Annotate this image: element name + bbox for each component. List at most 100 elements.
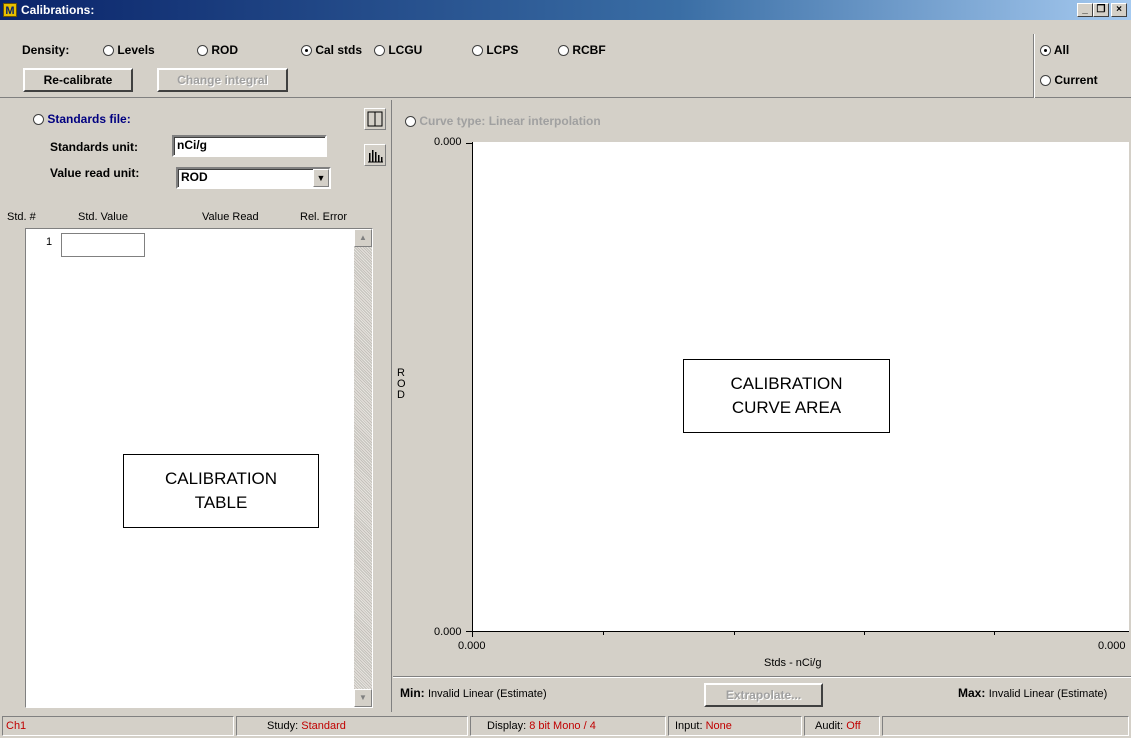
max-label: Max: <box>958 686 986 700</box>
restore-icon: ❐ <box>1096 4 1106 15</box>
vertical-scrollbar[interactable]: ▲ ▼ <box>354 229 372 707</box>
std-value-cell-input[interactable] <box>61 233 145 257</box>
col-header-std-num: Std. # <box>7 211 36 223</box>
status-input: Input: None <box>668 716 802 736</box>
window-title: Calibrations: <box>21 3 95 17</box>
scroll-up-arrow-icon[interactable]: ▲ <box>354 229 372 247</box>
change-integral-button[interactable]: Change integral <box>157 68 288 92</box>
maximize-button[interactable]: ❐ <box>1093 3 1109 17</box>
radio-icon <box>1040 75 1051 87</box>
calibration-table-placeholder: CALIBRATION TABLE <box>123 454 319 528</box>
status-label: Display: <box>487 720 527 732</box>
title-bar: M Calibrations: _ ❐ × <box>0 0 1131 20</box>
status-study: Study: Standard <box>236 716 468 736</box>
y-axis-max-label: 0.000 <box>434 136 462 148</box>
radio-selected-icon <box>1040 45 1051 57</box>
col-header-value-read: Value Read <box>202 211 259 223</box>
status-label: Input: <box>675 720 703 732</box>
option-label: Levels <box>117 43 155 57</box>
standards-unit-input[interactable]: nCi/g <box>172 135 327 157</box>
radio-icon <box>472 45 483 57</box>
recalibrate-button[interactable]: Re-calibrate <box>23 68 133 92</box>
status-value: Off <box>846 720 861 732</box>
selected-value: ROD <box>181 170 208 184</box>
min-readout: Min: Invalid Linear (Estimate) <box>400 686 547 700</box>
density-label: Density: <box>22 43 70 57</box>
standards-unit-label: Standards unit: <box>50 140 139 154</box>
x-tick <box>864 632 865 635</box>
scope-option-current[interactable]: Current <box>1040 73 1098 87</box>
value-read-unit-label: Value read unit: <box>50 166 140 180</box>
minimize-button[interactable]: _ <box>1077 3 1093 17</box>
status-audit: Audit: Off <box>804 716 880 736</box>
x-tick <box>994 632 995 635</box>
option-label: Current <box>1054 73 1098 87</box>
value-read-unit-select[interactable]: ROD ▼ <box>176 167 331 189</box>
option-label: Cal stds <box>315 43 363 57</box>
radio-icon <box>103 45 114 57</box>
status-display: Display: 8 bit Mono / 4 <box>470 716 666 736</box>
x-axis-max-label: 0.000 <box>1098 640 1126 652</box>
divider <box>393 677 1131 678</box>
curve-type-option[interactable]: Curve type: Linear interpolation <box>405 114 601 128</box>
histogram-view-button[interactable] <box>364 144 386 166</box>
histogram-icon <box>368 150 383 163</box>
extrapolate-button[interactable]: Extrapolate... <box>704 683 823 707</box>
min-value: Invalid Linear (Estimate) <box>428 688 547 700</box>
y-axis-min-label: 0.000 <box>434 626 462 638</box>
radio-icon <box>33 114 44 126</box>
option-label: LCGU <box>388 43 423 57</box>
status-label: Audit: <box>815 720 844 732</box>
radio-selected-icon <box>301 45 312 57</box>
density-option-lcps[interactable]: LCPS <box>472 43 518 57</box>
x-tick <box>472 632 473 637</box>
status-value: None <box>705 720 732 732</box>
standards-file-label: Standards file: <box>47 112 131 126</box>
status-channel: Ch1 <box>2 716 234 736</box>
table-view-button[interactable] <box>364 108 386 130</box>
scope-option-all[interactable]: All <box>1040 43 1069 57</box>
placeholder-line: CALIBRATION <box>730 374 843 393</box>
x-tick <box>603 632 604 635</box>
radio-icon <box>374 45 385 57</box>
placeholder-line: TABLE <box>194 493 248 512</box>
radio-icon <box>197 45 208 57</box>
curve-type-label: Curve type: Linear interpolation <box>419 114 601 128</box>
option-label: LCPS <box>486 43 519 57</box>
density-option-rcbf[interactable]: RCBF <box>558 43 606 57</box>
radio-icon <box>405 116 416 128</box>
option-label: RCBF <box>572 43 606 57</box>
placeholder-line: CALIBRATION <box>164 469 278 488</box>
calibration-curve-plot[interactable]: CALIBRATION CURVE AREA <box>472 142 1129 632</box>
max-value: Invalid Linear (Estimate) <box>988 688 1108 700</box>
col-header-std-value: Std. Value <box>78 211 128 223</box>
close-button[interactable]: × <box>1111 3 1127 17</box>
density-option-levels[interactable]: Levels <box>103 43 155 57</box>
scroll-down-arrow-icon[interactable]: ▼ <box>354 689 372 707</box>
x-axis-label: Stds - nCi/g <box>764 657 822 669</box>
table-icon <box>367 111 383 127</box>
status-empty <box>882 716 1129 736</box>
radio-icon <box>558 45 569 57</box>
row-number: 1 <box>46 236 53 248</box>
chevron-down-icon[interactable]: ▼ <box>313 169 329 187</box>
app-icon: M <box>3 3 17 17</box>
divider <box>1034 34 1035 98</box>
density-option-lcgu[interactable]: LCGU <box>374 43 422 57</box>
calibration-table[interactable]: 1 CALIBRATION TABLE ▲ ▼ <box>25 228 373 708</box>
option-label: ROD <box>211 43 239 57</box>
x-axis-min-label: 0.000 <box>458 640 486 652</box>
calibration-curve-placeholder: CALIBRATION CURVE AREA <box>683 359 890 433</box>
y-axis-label: R O D <box>397 367 406 401</box>
status-value: Standard <box>301 720 346 732</box>
col-header-rel-error: Rel. Error <box>300 211 348 223</box>
placeholder-line: CURVE AREA <box>731 398 842 417</box>
status-label: Study: <box>267 720 299 732</box>
max-readout: Max: Invalid Linear (Estimate) <box>958 686 1107 700</box>
y-tick <box>466 143 472 144</box>
density-option-rod[interactable]: ROD <box>197 43 238 57</box>
min-label: Min: <box>400 686 425 700</box>
status-value: 8 bit Mono / 4 <box>529 720 596 732</box>
density-option-cal-stds[interactable]: Cal stds <box>301 43 362 57</box>
standards-file-option[interactable]: Standards file: <box>33 112 131 126</box>
